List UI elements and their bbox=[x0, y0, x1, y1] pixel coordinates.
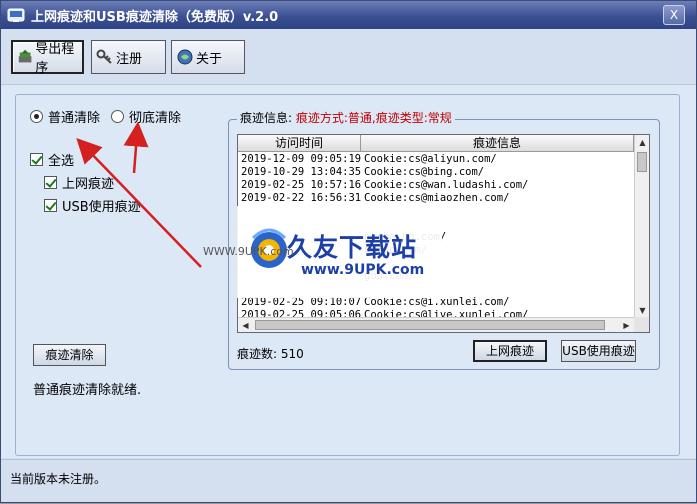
usb-trace-button[interactable]: USB使用痕迹 bbox=[561, 340, 636, 362]
status-bar: 当前版本未注册。 bbox=[1, 459, 696, 502]
radio-full-clean[interactable]: 彻底清除 bbox=[111, 107, 181, 126]
export-program-button[interactable]: 导出程序 bbox=[11, 40, 84, 76]
radio-full-dot bbox=[111, 110, 124, 123]
column-header-info[interactable]: 痕迹信息 bbox=[361, 135, 634, 152]
main-window: 上网痕迹和USB痕迹清除（免费版）v.2.0 X 导出程序 注册 关于 普通清除… bbox=[0, 0, 697, 503]
about-label: 关于 bbox=[196, 51, 223, 67]
scroll-up-icon[interactable]: ▲ bbox=[635, 135, 649, 150]
scroll-right-icon[interactable]: ▶ bbox=[619, 318, 634, 332]
toolbar: 导出程序 注册 关于 bbox=[1, 29, 696, 84]
checkbox-usb-trace-box bbox=[44, 199, 57, 212]
watermark-brand: 久友下载站 bbox=[287, 233, 418, 262]
table-row[interactable]: 2019-02-22 16:56:31 Cookie:cs@miaozhen.co… bbox=[238, 192, 634, 205]
table-row[interactable]: 2019-10-29 13:04:35 Cookie:cs@bing.com/ bbox=[238, 166, 634, 179]
close-button[interactable]: X bbox=[663, 5, 685, 25]
clean-status-message: 普通痕迹清除就绪. bbox=[33, 383, 142, 398]
trace-list-header: 访问时间 痕迹信息 bbox=[238, 135, 634, 152]
about-button[interactable]: 关于 bbox=[171, 40, 245, 74]
cell-time: 2019-02-22 16:56:31 bbox=[241, 192, 362, 204]
cell-info: Cookie:cs@bing.com/ bbox=[364, 166, 485, 178]
trace-info-detail: 痕迹方式:普通,痕迹类型:常规 bbox=[295, 111, 452, 125]
export-program-label: 导出程序 bbox=[35, 42, 75, 76]
watermark-small-text: WWW.9UPK.com bbox=[203, 245, 294, 258]
cell-time: 2019-12-09 09:05:19 bbox=[241, 153, 362, 165]
clean-trace-button[interactable]: 痕迹清除 bbox=[33, 344, 106, 366]
checkbox-select-all[interactable]: 全选 bbox=[30, 150, 74, 169]
window-title: 上网痕迹和USB痕迹清除（免费版）v.2.0 bbox=[31, 10, 279, 25]
cell-info: Cookie:cs@aliyun.com/ bbox=[364, 153, 497, 165]
internet-trace-button[interactable]: 上网痕迹 bbox=[473, 340, 547, 362]
radio-full-label: 彻底清除 bbox=[129, 111, 182, 126]
checkbox-select-all-label: 全选 bbox=[48, 154, 75, 169]
checkbox-usb-trace[interactable]: USB使用痕迹 bbox=[44, 196, 141, 215]
table-row[interactable]: 2019-02-25 10:57:16 Cookie:cs@wan.ludashi… bbox=[238, 179, 634, 192]
scroll-corner bbox=[634, 317, 649, 332]
horizontal-scroll-thumb[interactable] bbox=[255, 320, 605, 330]
trace-info-label: 痕迹信息: bbox=[240, 111, 293, 125]
title-bar[interactable]: 上网痕迹和USB痕迹清除（免费版）v.2.0 X bbox=[1, 1, 696, 29]
trace-count: 痕迹数: 510 bbox=[237, 347, 304, 361]
horizontal-scrollbar[interactable]: ◀ ▶ bbox=[238, 317, 634, 332]
checkbox-select-all-box bbox=[30, 153, 43, 166]
scroll-down-icon[interactable]: ▼ bbox=[635, 303, 649, 318]
column-header-time[interactable]: 访问时间 bbox=[238, 135, 361, 152]
checkbox-internet-trace-box bbox=[44, 176, 57, 189]
cell-info: Cookie:cs@miaozhen.com/ bbox=[364, 192, 510, 204]
vertical-scroll-thumb[interactable] bbox=[637, 152, 647, 172]
app-icon bbox=[7, 8, 25, 22]
cell-time: 2019-02-25 10:57:16 bbox=[241, 179, 362, 191]
vertical-scrollbar[interactable]: ▲ ▼ bbox=[634, 135, 649, 318]
register-button[interactable]: 注册 bbox=[91, 40, 166, 74]
about-icon bbox=[177, 49, 193, 65]
register-label: 注册 bbox=[116, 51, 143, 67]
cell-info: Cookie:cs@wan.ludashi.com/ bbox=[364, 179, 529, 191]
radio-normal-clean[interactable]: 普通清除 bbox=[30, 107, 100, 126]
watermark-url: www.9UPK.com bbox=[301, 262, 425, 278]
checkbox-usb-trace-label: USB使用痕迹 bbox=[62, 200, 141, 215]
export-icon bbox=[18, 49, 32, 63]
radio-normal-label: 普通清除 bbox=[48, 111, 101, 126]
trace-info-legend: 痕迹信息: 痕迹方式:普通,痕迹类型:常规 bbox=[237, 109, 455, 126]
table-row[interactable]: 2019-12-09 09:05:19 Cookie:cs@aliyun.com/ bbox=[238, 153, 634, 166]
radio-normal-dot bbox=[30, 110, 43, 123]
cell-time: 2019-10-29 13:04:35 bbox=[241, 166, 362, 178]
scroll-left-icon[interactable]: ◀ bbox=[238, 318, 253, 332]
status-bar-text: 当前版本未注册。 bbox=[10, 472, 107, 486]
checkbox-internet-trace[interactable]: 上网痕迹 bbox=[44, 173, 114, 192]
key-icon bbox=[96, 49, 112, 64]
checkbox-internet-trace-label: 上网痕迹 bbox=[62, 177, 115, 192]
